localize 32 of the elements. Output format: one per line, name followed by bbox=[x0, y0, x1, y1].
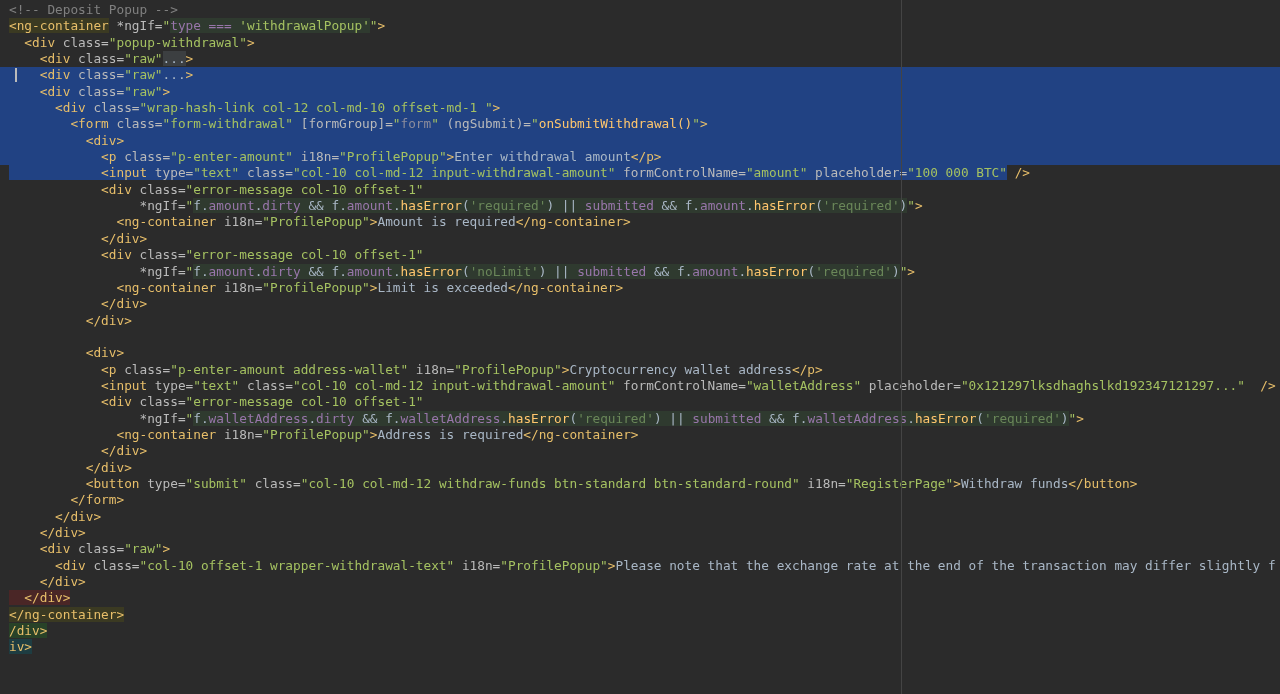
code-line: <ng-container i18n="ProfilePopup">Limit is exceeded</ng-container> bbox=[115, 279, 625, 297]
code-line: <input type="text" class="col-10 col-md-12 input-withdrawal-amount" formControlName="walletAddress" placeholder="0x121297lksdhaghslkd192347121297..." /> bbox=[100, 377, 1277, 395]
code-line: </div> bbox=[54, 508, 103, 525]
code-line: <ng-container i18n="ProfilePopup">Amount is required</ng-container> bbox=[115, 214, 632, 231]
code-line: *ngIf="f.amount.dirty && f.amount.hasError('noLimit') || submitted && f.amount.hasError('required')"> bbox=[138, 263, 916, 280]
code-line: </div> bbox=[38, 525, 87, 542]
code-line: <div class="raw"> bbox=[38, 541, 172, 558]
code-line: *ngIf="f.amount.dirty && f.amount.hasError('required') || submitted && f.amount.hasError('required')"> bbox=[138, 198, 924, 215]
code-line: </div> bbox=[84, 312, 133, 329]
code-line: *ngIf="f.walletAddress.dirty && f.walletAddress.hasError('required') || submitted && f.walletAddress.hasError('required')"> bbox=[138, 410, 1085, 427]
code-line: <input type="text" class="col-10 col-md-12 input-withdrawal-amount" formControlName="amount" placeholder="100 000 BTC" /> bbox=[0, 165, 1280, 182]
code-line: <p class="p-enter-amount address-wallet" i18n="ProfilePopup">Cryptocurrency wallet address</p> bbox=[100, 361, 824, 378]
code-line: <div class="error-message col-10 offset-1" bbox=[100, 181, 425, 199]
code-line: <div class="raw"...> bbox=[38, 51, 195, 68]
code-line: </div> bbox=[100, 443, 149, 460]
code-editor[interactable] bbox=[0, 0, 1280, 694]
code-line: </div> bbox=[38, 574, 87, 591]
code-line: <ng-container i18n="ProfilePopup">Address is required</ng-container> bbox=[115, 426, 640, 444]
code-line: <div class="error-message col-10 offset-1" bbox=[100, 247, 425, 264]
code-line: <div> bbox=[84, 345, 126, 362]
code-line: </div> bbox=[100, 296, 149, 313]
code-line: <div class="col-10 offset-1 wrapper-withdrawal-text" i18n="ProfilePopup">Please note that the exchange rate at the end of the transaction may differ slightly f bbox=[54, 557, 1277, 575]
code-line: <ng-container *ngIf="type === 'withdrawalPopup'"> bbox=[8, 18, 387, 35]
code-line: <!-- Deposit Popup --> bbox=[8, 2, 179, 19]
code-line: <div class="popup-withdrawal"> bbox=[23, 34, 256, 52]
code-line: </form> bbox=[69, 492, 126, 509]
code-line: </div> bbox=[0, 590, 1280, 607]
code-line: </div> bbox=[100, 230, 149, 248]
code-line: <button type="submit" class="col-10 col-md-12 withdraw-funds btn-standard btn-standard-round" i18n="RegisterPage">Withdraw funds</button> bbox=[84, 475, 1139, 493]
code-line: </div> bbox=[84, 459, 133, 476]
text-cursor bbox=[15, 68, 17, 83]
code-line: <div class="error-message col-10 offset-1" bbox=[100, 394, 425, 411]
